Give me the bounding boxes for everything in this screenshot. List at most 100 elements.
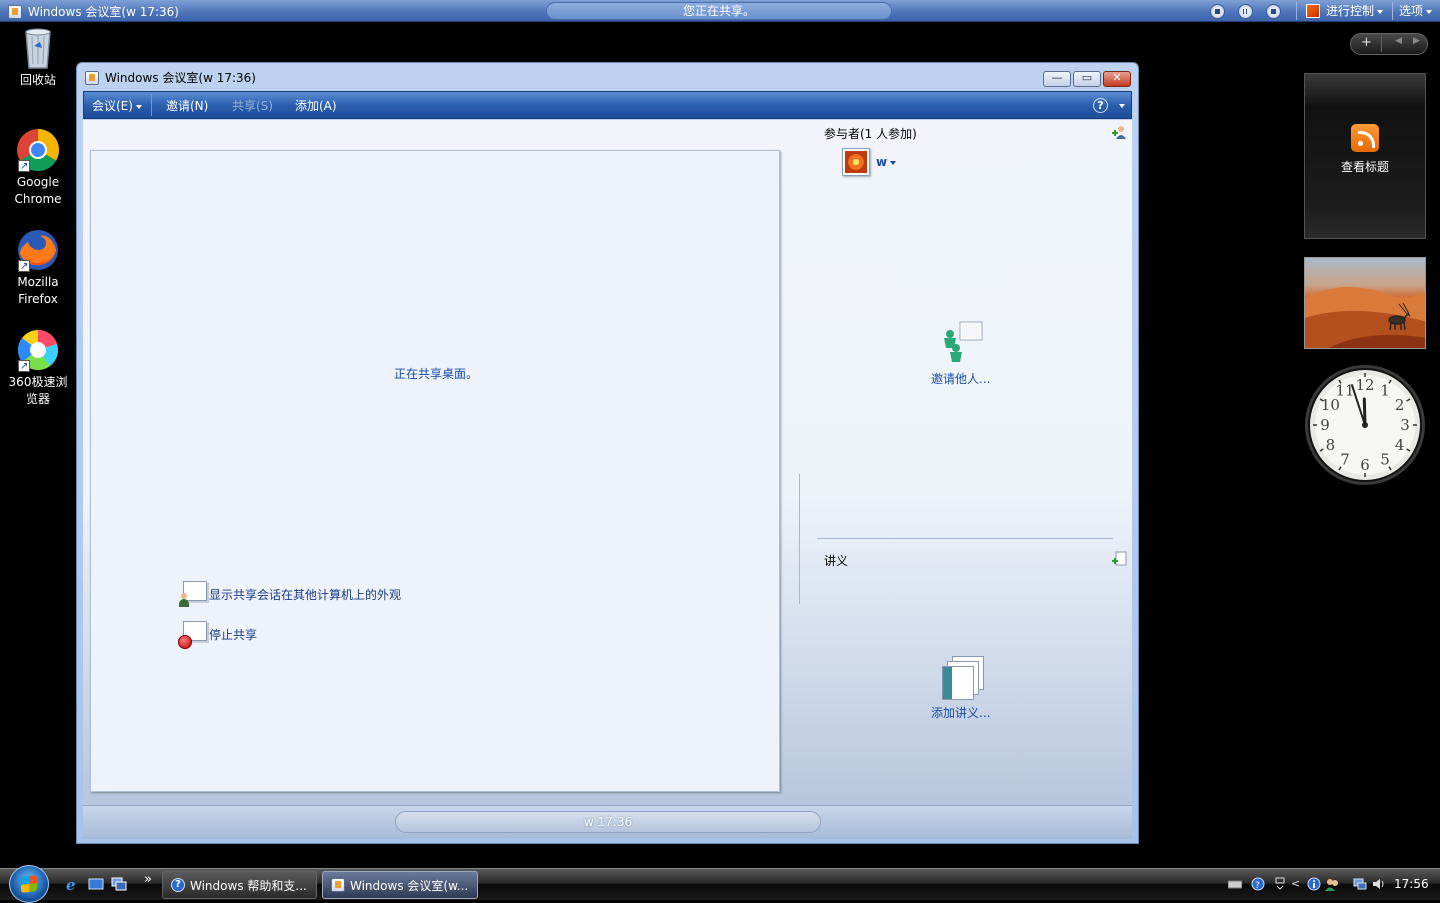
chevron-down-icon[interactable]	[1119, 104, 1125, 108]
invite-people-icon[interactable]	[1111, 124, 1127, 140]
stop-sharing-link[interactable]: 停止共享	[177, 618, 257, 650]
recycle-bin-icon	[16, 26, 60, 70]
chevron-down-icon	[135, 104, 142, 109]
window-title: Windows 会议室(w 17:36)	[105, 71, 256, 85]
slideshow-gadget[interactable]	[1304, 257, 1426, 349]
start-button[interactable]	[9, 865, 49, 903]
person-shape	[178, 593, 190, 607]
svg-text:3: 3	[1400, 416, 1410, 434]
chrome-label: Google Chrome	[14, 175, 62, 206]
sharing-status-bar: Windows 会议室(w 17:36) 您正在共享。 进行控制 选项	[0, 0, 1440, 22]
maximize-icon: ▭	[1081, 71, 1093, 84]
menu-share: 共享(S)	[232, 99, 273, 113]
taskbar-button-meeting-space[interactable]: Windows 会议室(w...	[322, 871, 478, 899]
menu-meeting[interactable]: 会议(E)	[92, 97, 142, 114]
rss-icon	[1351, 124, 1379, 152]
add-gadget-button[interactable]: +	[1361, 35, 1372, 50]
firefox-icon	[16, 228, 60, 275]
svg-text:9: 9	[1320, 416, 1330, 434]
avatar	[842, 148, 870, 176]
taskbar-button-help-label: Windows 帮助和支...	[190, 878, 307, 893]
meeting-space-icon	[85, 70, 99, 85]
show-session-preview-link[interactable]: 显示共享会话在其他计算机上的外观	[177, 578, 401, 610]
invite-others-icon	[936, 318, 986, 368]
svg-text:2: 2	[1395, 396, 1405, 414]
stop-sharing-icon[interactable]	[1210, 4, 1225, 19]
menu-invite[interactable]: 邀请(N)	[166, 97, 208, 114]
view-session-icon[interactable]	[1266, 4, 1281, 19]
participants-heading: 参与者(1 人参加)	[824, 127, 917, 141]
chevron-down-icon	[1426, 9, 1433, 14]
doc-shape	[941, 666, 974, 700]
info-icon[interactable]	[1307, 877, 1321, 891]
close-icon: ✕	[1112, 71, 1122, 84]
feed-headlines-gadget[interactable]: 查看标题	[1304, 73, 1426, 239]
meeting-space-window: Windows 会议室(w 17:36) — ▭ ✕ 会议(E) 邀请(N) 共…	[76, 62, 1139, 844]
chrome-icon	[16, 128, 60, 175]
taskbar: e » ? Windows 帮助和支... Windows 会议室(w... ?…	[0, 865, 1440, 903]
menu-add[interactable]: 添加(A)	[295, 97, 337, 114]
desktop-icon-recycle-bin[interactable]: 回收站	[4, 26, 72, 89]
minimize-button[interactable]: —	[1043, 71, 1071, 87]
help-icon[interactable]: ?	[1093, 98, 1108, 113]
section-divider	[817, 538, 1113, 539]
recycle-bin-label: 回收站	[19, 73, 56, 87]
show-desktop-icon[interactable]	[88, 876, 104, 892]
desktop-icon-chrome[interactable]: Google Chrome	[4, 128, 72, 208]
sharebar-title-text: Windows 会议室(w 17:36)	[28, 5, 179, 19]
invite-others-link[interactable]: 邀请他人...	[931, 318, 990, 387]
options-menu[interactable]: 选项	[1399, 2, 1433, 19]
maximize-button[interactable]: ▭	[1073, 71, 1101, 87]
firefox-label: Mozilla Firefox	[17, 275, 59, 306]
svg-text:4: 4	[1395, 436, 1405, 454]
svg-text:e: e	[66, 876, 76, 892]
next-gadget-icon[interactable]: ▶	[1413, 36, 1420, 46]
taskbar-button-help[interactable]: ? Windows 帮助和支...	[162, 871, 317, 899]
sidebar-controls: + ◀ ▶	[1350, 33, 1428, 55]
shortcut-arrow-icon	[18, 258, 30, 275]
minimize-icon: —	[1051, 71, 1063, 84]
internet-explorer-icon[interactable]: e	[64, 876, 80, 894]
session-status: w 17:36	[395, 811, 821, 833]
svg-text:6: 6	[1360, 456, 1370, 474]
add-handout-icon[interactable]	[1111, 551, 1127, 567]
control-menu-label: 进行控制	[1326, 4, 1375, 18]
help-icon[interactable]: ?	[1251, 877, 1265, 891]
show-hidden-icons-icon[interactable]: <	[1291, 877, 1305, 891]
window-title-bar[interactable]: Windows 会议室(w 17:36)	[85, 69, 256, 86]
taskbar-clock[interactable]: 17:56	[1394, 877, 1429, 891]
participant-name-text: w	[876, 155, 888, 169]
divider	[1392, 2, 1393, 20]
network-icon[interactable]	[1353, 877, 1367, 891]
close-button[interactable]: ✕	[1103, 71, 1131, 87]
options-menu-label: 选项	[1399, 4, 1424, 18]
pane-divider[interactable]	[799, 474, 800, 604]
meeting-people-icon[interactable]	[1325, 877, 1339, 891]
360-browser-icon	[16, 328, 60, 375]
participant-name: w	[876, 155, 897, 169]
sharing-desktop-message: 正在共享桌面。	[394, 367, 479, 381]
svg-text:8: 8	[1326, 436, 1336, 454]
handouts-heading: 讲义	[824, 554, 849, 568]
divider	[1296, 2, 1297, 20]
keyboard-icon[interactable]	[1227, 877, 1243, 891]
more-quicklaunch-button[interactable]: »	[144, 872, 152, 887]
stop-sharing-label: 停止共享	[209, 627, 258, 642]
shortcut-arrow-icon	[18, 358, 30, 375]
desktop-icon-firefox[interactable]: Mozilla Firefox	[4, 228, 72, 308]
meeting-space-icon	[8, 4, 22, 19]
desert-photo	[1305, 286, 1425, 348]
control-menu[interactable]: 进行控制	[1326, 2, 1384, 19]
volume-icon[interactable]	[1372, 877, 1386, 891]
add-handout-link[interactable]: 添加讲义...	[931, 656, 990, 721]
prev-gadget-icon[interactable]: ◀	[1395, 36, 1402, 46]
language-bar-icon[interactable]	[1273, 877, 1287, 891]
status-bar: w 17:36	[83, 805, 1132, 839]
switch-windows-icon[interactable]	[111, 876, 127, 892]
chevron-down-icon	[1377, 9, 1384, 14]
menu-meeting-label: 会议(E)	[92, 99, 133, 113]
participant-item[interactable]: w	[842, 148, 897, 176]
pause-sharing-icon[interactable]	[1238, 4, 1253, 19]
desktop-icon-360-browser[interactable]: 360极速浏览器	[4, 328, 72, 408]
handouts-icon	[936, 656, 986, 702]
